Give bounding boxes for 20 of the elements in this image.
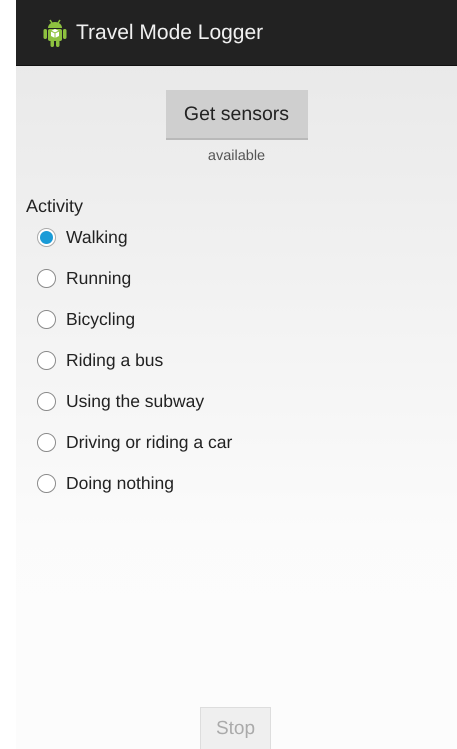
activity-radio-option[interactable]: Running (37, 268, 132, 289)
activity-radio-option[interactable]: Bicycling (37, 309, 136, 330)
activity-radio-option[interactable]: Riding a bus (37, 350, 164, 371)
get-sensors-button[interactable]: Get sensors (166, 90, 308, 140)
activity-radio-option[interactable]: Walking (37, 227, 128, 248)
activity-radio-option[interactable]: Doing nothing (37, 473, 174, 494)
stop-button: Stop (200, 707, 271, 749)
activity-label: Activity (26, 196, 84, 217)
activity-radio-option[interactable]: Driving or riding a car (37, 432, 232, 453)
radio-button[interactable] (37, 351, 56, 370)
sensor-status-text: available (208, 148, 266, 164)
radio-button[interactable] (37, 228, 56, 247)
radio-button[interactable] (37, 433, 56, 452)
radio-button[interactable] (37, 392, 56, 411)
app-title: Travel Mode Logger (76, 20, 264, 44)
radio-button[interactable] (37, 474, 56, 493)
android-app-icon (43, 18, 67, 48)
radio-button[interactable] (37, 310, 56, 329)
radio-button[interactable] (37, 269, 56, 288)
activity-radio-option[interactable]: Using the subway (37, 391, 204, 412)
